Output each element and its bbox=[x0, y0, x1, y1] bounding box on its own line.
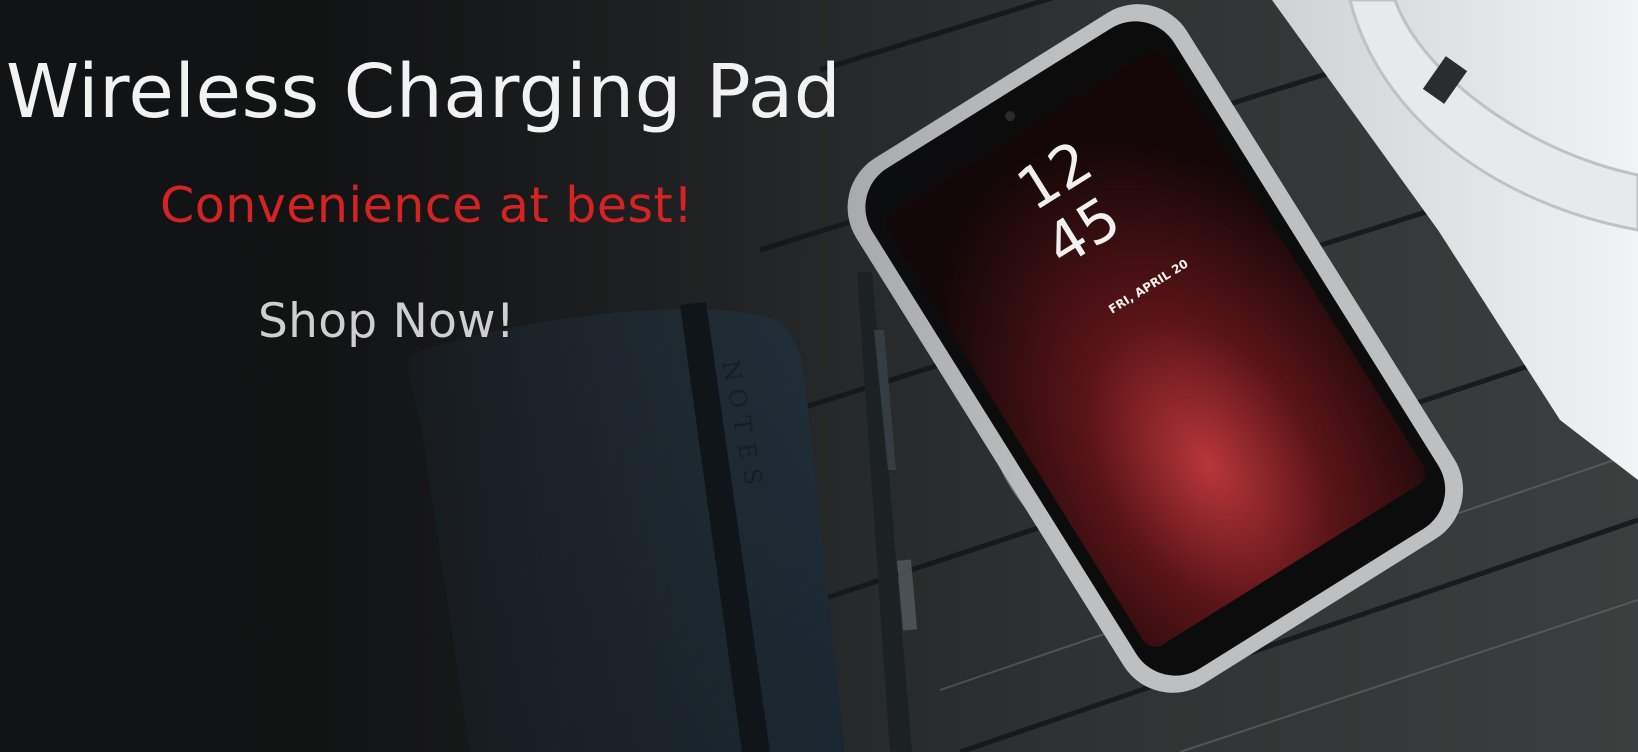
shop-now-button[interactable]: Shop Now! bbox=[258, 292, 515, 352]
hero-headline: Wireless Charging Pad bbox=[6, 49, 842, 135]
hero-tagline: Convenience at best! bbox=[160, 177, 694, 234]
notebook bbox=[408, 309, 845, 752]
hero-banner: N O T E S 12 45 FRI, APRIL 20 Wireless C… bbox=[0, 0, 1638, 752]
